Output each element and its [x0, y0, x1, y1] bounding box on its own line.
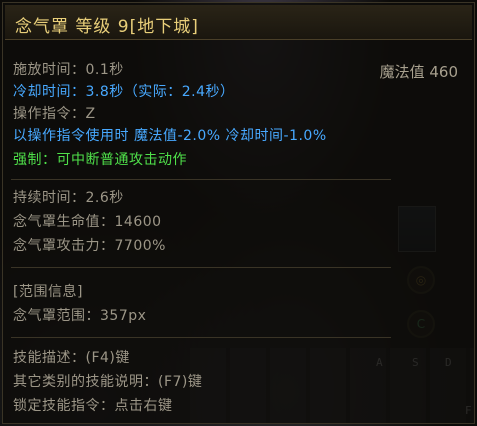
skill-desc-hint: 技能描述：(F4)键	[13, 350, 130, 366]
barrier-range: 念气罩范围：357px	[13, 308, 147, 324]
barrier-hp: 念气罩生命值：14600	[13, 214, 162, 230]
command-bonus: 以操作指令使用时 魔法值-2.0% 冷却时间-1.0%	[13, 128, 327, 144]
divider	[11, 267, 391, 268]
command-key: 操作指令：Z	[13, 106, 96, 122]
lock-skill-hint: 锁定技能指令：点击右键	[13, 398, 173, 414]
mana-cost: 魔法值 460	[379, 63, 458, 81]
skill-tooltip: 念气罩 等级 9[地下城] 魔法值 460 施放时间：0.1秒 冷却时间：3.8…	[2, 2, 475, 424]
divider	[11, 179, 391, 180]
range-header: [范围信息]	[13, 284, 83, 300]
barrier-attack: 念气罩攻击力：7700%	[13, 238, 166, 254]
other-desc-hint: 其它类别的技能说明：(F7)键	[13, 374, 203, 390]
cast-time: 施放时间：0.1秒	[13, 62, 124, 78]
skill-title: 念气罩 等级 9[地下城]	[15, 17, 199, 37]
force-cancel: 强制：可中断普通攻击动作	[13, 152, 187, 168]
duration: 持续时间：2.6秒	[13, 190, 124, 206]
cooldown: 冷却时间：3.8秒（实际：2.4秒）	[13, 84, 235, 100]
divider	[11, 337, 391, 338]
tooltip-title-bar: 念气罩 等级 9[地下城]	[5, 5, 472, 40]
